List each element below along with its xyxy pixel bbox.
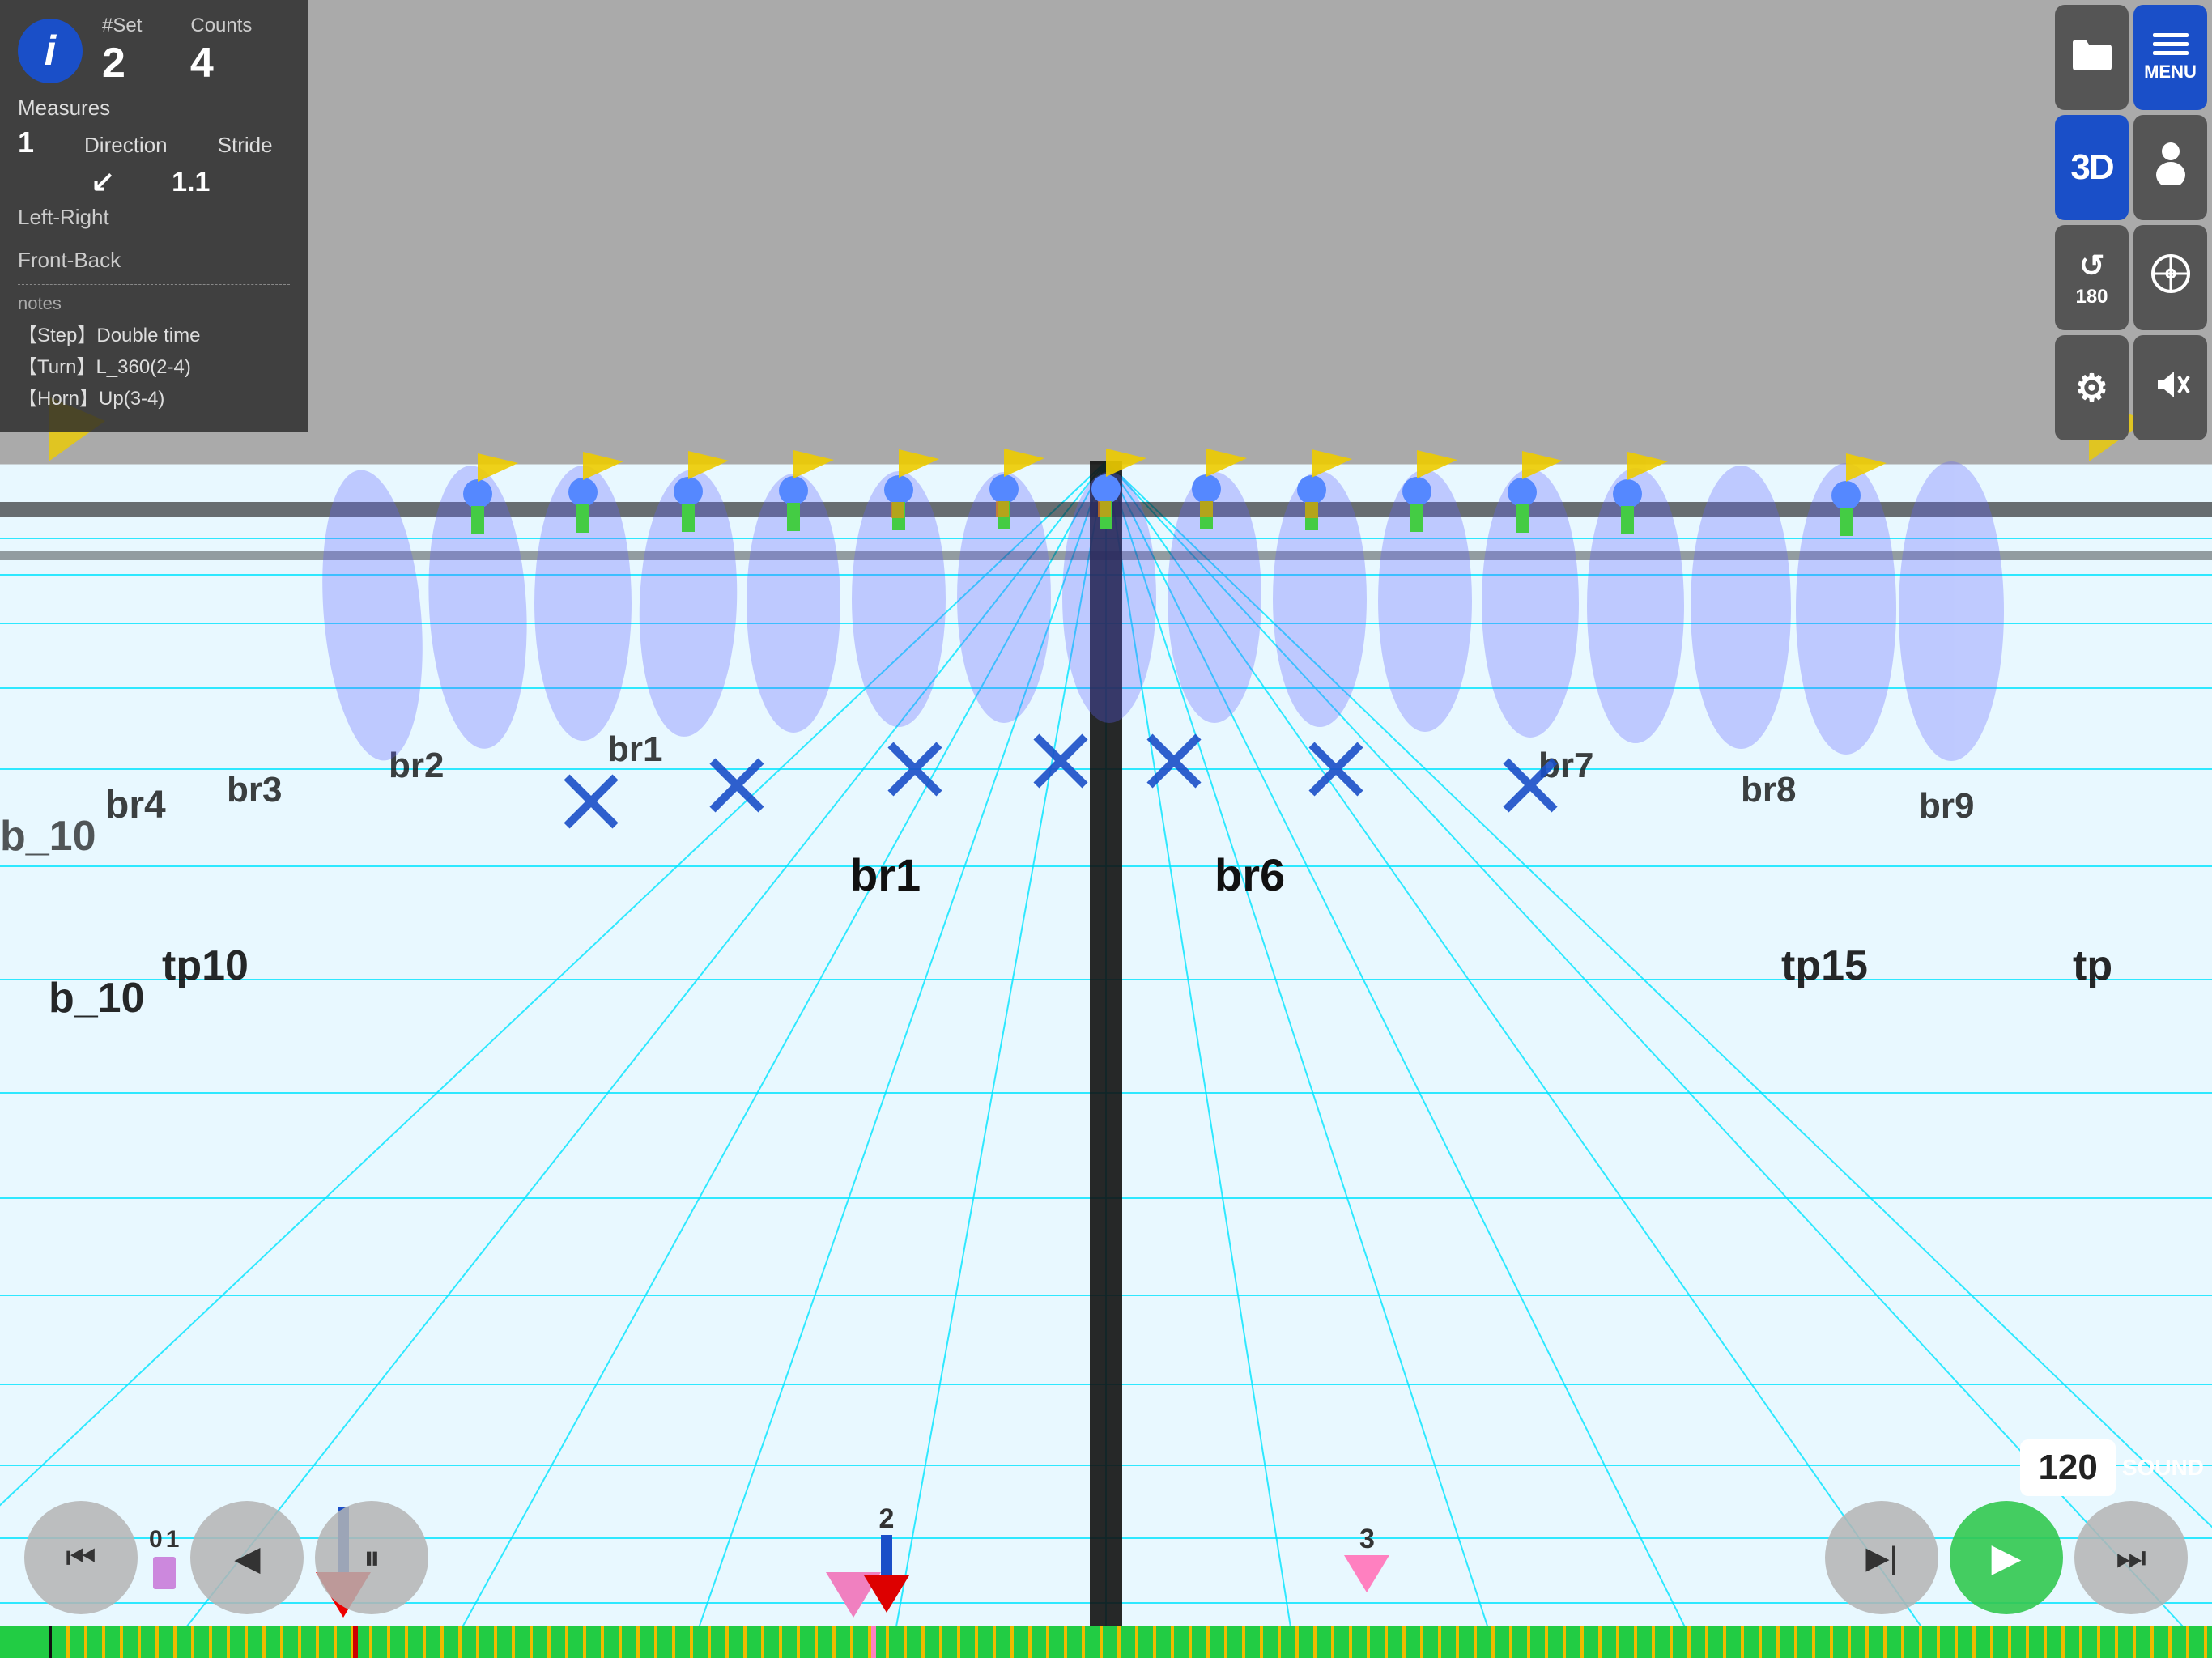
svg-text:br4: br4 xyxy=(105,784,166,827)
field-grid: br4 br3 br2 br1 br1 br6 br7 br8 br9 b_10… xyxy=(0,0,2212,1658)
svg-text:br3: br3 xyxy=(227,770,282,810)
timeline-content[interactable] xyxy=(52,1626,2212,1658)
play-button[interactable]: ▶ xyxy=(1950,1501,2063,1614)
mute-icon xyxy=(2151,365,2190,411)
measures-value: 1 xyxy=(18,125,34,159)
stride-label: Stride xyxy=(218,133,273,158)
count-1: 1 xyxy=(166,1526,180,1554)
folder-button[interactable] xyxy=(2055,5,2129,110)
set-label: #Set xyxy=(102,15,142,37)
step-back-button[interactable]: ⏸ xyxy=(315,1501,428,1614)
person-icon xyxy=(2152,142,2189,193)
control-row: ⏮ 0 1 ◀ ⏸ 2 3 ▶| ▶ ⏭ xyxy=(0,1493,2212,1622)
playhead-label-2: 2 xyxy=(878,1503,894,1535)
direction-label: Direction xyxy=(84,133,168,158)
svg-text:br6: br6 xyxy=(1214,849,1285,900)
info-button[interactable]: i xyxy=(18,19,83,83)
step-forward-button[interactable]: ▶| xyxy=(1825,1501,1938,1614)
timeline-bar[interactable] xyxy=(0,1626,2212,1658)
mute-button[interactable] xyxy=(2133,335,2207,440)
svg-text:tp: tp xyxy=(2073,942,2112,989)
stride-value: 1.1 xyxy=(172,167,210,198)
info-panel: i #Set Counts 2 4 Measures 1 Direction S… xyxy=(0,0,308,432)
notes-label: notes xyxy=(18,293,290,314)
person-view-button[interactable] xyxy=(2133,115,2207,220)
count-3-label: 3 xyxy=(1359,1524,1375,1555)
menu-button[interactable]: MENU xyxy=(2133,5,2207,110)
menu-label: MENU xyxy=(2144,62,2197,83)
note-horn: 【Horn】Up(3-4) xyxy=(18,382,290,410)
timeline-segment-green-1 xyxy=(0,1626,49,1658)
measures-label: Measures xyxy=(18,96,110,121)
svg-text:tp15: tp15 xyxy=(1781,942,1868,989)
count-0: 0 xyxy=(149,1526,163,1554)
view-3d-button[interactable]: 3D xyxy=(2055,115,2129,220)
svg-text:br9: br9 xyxy=(1919,786,1974,826)
rotate-label: 180 xyxy=(2075,286,2108,308)
svg-text:b_10: b_10 xyxy=(49,975,145,1022)
direction-value: ↙ xyxy=(91,164,115,198)
rotate-icon: ↺ xyxy=(2079,248,2105,284)
timeline-playhead-red xyxy=(353,1626,358,1658)
svg-text:br1: br1 xyxy=(850,849,921,900)
rewind-button[interactable]: ◀ xyxy=(190,1501,304,1614)
tempo-display[interactable]: 120 xyxy=(2020,1439,2115,1496)
folder-icon xyxy=(2071,36,2113,79)
settings-button[interactable]: ⚙ xyxy=(2055,335,2129,440)
gear-icon: ⚙ xyxy=(2075,366,2108,410)
svg-text:br1: br1 xyxy=(607,729,662,769)
set-value: 2 xyxy=(102,39,125,87)
rewind-fast-button[interactable]: ⏮ xyxy=(24,1501,138,1614)
crosshair-button[interactable] xyxy=(2133,225,2207,330)
svg-text:br8: br8 xyxy=(1741,770,1796,810)
tempo-sound-area: 120 SOUND xyxy=(2020,1439,2204,1496)
notes-section: notes 【Step】Double time 【Turn】L_360(2-4)… xyxy=(18,284,290,410)
sound-label: SOUND xyxy=(2122,1455,2204,1481)
timeline-playhead-pink xyxy=(871,1626,876,1658)
svg-text:b_10: b_10 xyxy=(0,813,96,860)
crosshair-icon xyxy=(2150,253,2192,304)
counts-value: 4 xyxy=(190,39,214,87)
note-step: 【Step】Double time xyxy=(18,319,290,347)
counts-label: Counts xyxy=(190,15,252,37)
fb-label: Front-Back xyxy=(18,248,290,273)
right-toolbar: MENU 3D ↺ 180 ⚙ xyxy=(2050,0,2212,445)
svg-text:tp10: tp10 xyxy=(162,942,249,989)
3d-icon: 3D xyxy=(2070,147,2112,188)
note-turn: 【Turn】L_360(2-4) xyxy=(18,351,290,379)
rotate-180-button[interactable]: ↺ 180 xyxy=(2055,225,2129,330)
fast-forward-button[interactable]: ⏭ xyxy=(2074,1501,2188,1614)
lr-label: Left-Right xyxy=(18,205,290,230)
